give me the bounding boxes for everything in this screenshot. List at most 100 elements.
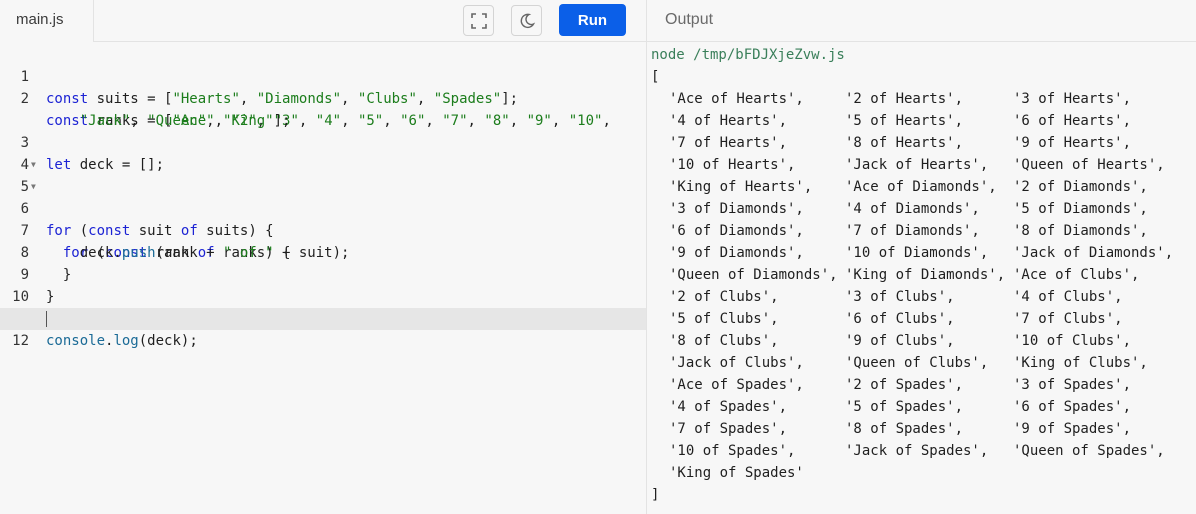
fullscreen-icon — [470, 12, 487, 29]
output-cell: '10 of Spades', — [669, 443, 796, 459]
output-cell: '9 of Spades', — [1013, 421, 1132, 437]
output-row: '7 of Hearts', '8 of Hearts', '9 of Hearts… — [651, 132, 1196, 154]
output-cell: '6 of Clubs', — [845, 311, 955, 327]
fold-arrow-icon[interactable]: ▼ — [31, 154, 36, 176]
output-cell: '6 of Diamonds', — [669, 223, 804, 239]
output-row: '8 of Clubs', '9 of Clubs', '10 of Clubs', — [651, 330, 1196, 352]
code-line: 3 let deck = []; — [0, 110, 646, 173]
output-row: '7 of Spades', '8 of Spades', '9 of Spades… — [651, 418, 1196, 440]
output-cell: '10 of Diamonds', — [845, 245, 989, 261]
text-cursor — [46, 311, 47, 327]
output-panel: node /tmp/bFDJXjeZvw.js [ 'Ace of Hearts… — [651, 44, 1196, 514]
output-row: 'King of Hearts', 'Ace of Diamonds', '2 of… — [651, 176, 1196, 198]
code-line: 6 ▼ for (const rank of ranks) { — [0, 176, 646, 261]
code-line: 9 } — [0, 242, 646, 305]
output-cell: 'Jack of Spades', — [845, 443, 989, 459]
output-cell: 'Ace of Clubs', — [1013, 267, 1140, 283]
output-cell: '3 of Diamonds', — [669, 201, 804, 217]
output-cell: '5 of Spades', — [845, 399, 964, 415]
output-cell: '9 of Clubs', — [845, 333, 955, 349]
output-cell: '8 of Diamonds', — [1013, 223, 1148, 239]
output-cell: 'Jack of Hearts', — [845, 157, 989, 173]
code-line: 11 console.log(deck); — [0, 286, 646, 349]
output-row: '3 of Diamonds', '4 of Diamonds', '5 of Di… — [651, 198, 1196, 220]
output-cell: 'Queen of Clubs', — [845, 355, 989, 371]
output-cell: 'King of Clubs', — [1013, 355, 1148, 371]
output-row: '2 of Clubs', '3 of Clubs', '4 of Clubs', — [651, 286, 1196, 308]
moon-icon — [520, 13, 535, 28]
fullscreen-button[interactable] — [463, 5, 494, 36]
output-cell: 'Ace of Hearts', — [669, 91, 804, 107]
output-rows: 'Ace of Hearts', '2 of Hearts', '3 of Hear… — [651, 88, 1196, 484]
output-cell: '7 of Diamonds', — [845, 223, 980, 239]
output-cell: 'Queen of Diamonds', — [669, 267, 838, 283]
top-bar: main.js Run Output — [0, 0, 1196, 42]
editor-toolbar: main.js Run — [0, 0, 646, 42]
output-row: 'Queen of Diamonds', 'King of Diamonds', '… — [651, 264, 1196, 286]
output-cell: '5 of Diamonds', — [1013, 201, 1148, 217]
output-cell: 'Ace of Spades', — [669, 377, 804, 393]
run-button[interactable]: Run — [559, 4, 626, 36]
output-cell: '2 of Hearts', — [845, 91, 964, 107]
code-text: console.log(deck); — [46, 333, 198, 349]
output-cell: '10 of Hearts', — [669, 157, 796, 173]
output-cell: '6 of Spades', — [1013, 399, 1132, 415]
code-line-wrapped: "Jack", "Queen", "King"]; — [0, 88, 646, 129]
theme-toggle-button[interactable] — [511, 5, 542, 36]
output-cell: '6 of Hearts', — [1013, 113, 1132, 129]
output-cell: '2 of Spades', — [845, 377, 964, 393]
output-cell: 'King of Hearts', — [669, 179, 813, 195]
output-cell: '2 of Diamonds', — [1013, 179, 1148, 195]
output-row: '5 of Clubs', '6 of Clubs', '7 of Clubs', — [651, 308, 1196, 330]
output-row: '6 of Diamonds', '7 of Diamonds', '8 of Di… — [651, 220, 1196, 242]
output-cell: '9 of Hearts', — [1013, 135, 1132, 151]
output-cell: 'King of Diamonds', — [845, 267, 1006, 283]
output-row: '4 of Hearts', '5 of Hearts', '6 of Hearts… — [651, 110, 1196, 132]
output-cell: 'Queen of Hearts', — [1013, 157, 1165, 173]
output-cell: 'Queen of Spades', — [1013, 443, 1165, 459]
output-cell: 'Jack of Clubs', — [669, 355, 804, 371]
output-cell: 'Ace of Diamonds', — [845, 179, 997, 195]
code-line: 8 } — [0, 220, 646, 283]
output-row: 'Ace of Hearts', '2 of Hearts', '3 of Hear… — [651, 88, 1196, 110]
output-cell: '3 of Hearts', — [1013, 91, 1132, 107]
file-tab-label: main.js — [16, 11, 64, 28]
output-open-bracket: [ — [651, 69, 660, 85]
output-cell: '9 of Diamonds', — [669, 245, 804, 261]
output-title: Output — [665, 11, 714, 28]
code-line-active[interactable]: 12 — [0, 308, 646, 349]
output-command: node /tmp/bFDJXjeZvw.js — [651, 47, 845, 63]
output-cell: '5 of Clubs', — [669, 311, 779, 327]
output-cell: '3 of Clubs', — [845, 289, 955, 305]
output-row: '9 of Diamonds', '10 of Diamonds', 'Jack o… — [651, 242, 1196, 264]
output-row: 'King of Spades' — [651, 462, 1196, 484]
output-cell: '8 of Spades', — [845, 421, 964, 437]
output-row: 'Ace of Spades', '2 of Spades', '3 of Spad… — [651, 374, 1196, 396]
code-line: 1 const suits = ["Hearts", "Diamonds", "… — [0, 44, 646, 107]
output-cell: '2 of Clubs', — [669, 289, 779, 305]
output-cell: '4 of Spades', — [669, 399, 788, 415]
output-cell: '10 of Clubs', — [1013, 333, 1132, 349]
output-row: 'Jack of Clubs', 'Queen of Clubs', 'King o… — [651, 352, 1196, 374]
code-editor[interactable]: 1 const suits = ["Hearts", "Diamonds", "… — [0, 44, 646, 514]
output-cell: '7 of Clubs', — [1013, 311, 1123, 327]
output-cell: '7 of Spades', — [669, 421, 788, 437]
output-row: '10 of Spades', 'Jack of Spades', 'Queen o… — [651, 440, 1196, 462]
output-cell: '7 of Hearts', — [669, 135, 788, 151]
output-row: '4 of Spades', '5 of Spades', '6 of Spades… — [651, 396, 1196, 418]
output-close-bracket: ] — [651, 487, 660, 503]
pane-divider[interactable] — [646, 0, 647, 514]
code-line: 2 const ranks = ["Ace", "2", "3", "4", "… — [0, 66, 646, 129]
code-line: 5 ▼ for (const suit of suits) { — [0, 154, 646, 239]
code-line: 4 — [0, 132, 646, 173]
output-cell: '8 of Clubs', — [669, 333, 779, 349]
output-header: Output — [647, 0, 1196, 42]
code-line: 7 deck.push(rank + " of " + suit); — [0, 198, 646, 261]
output-cell: '8 of Hearts', — [845, 135, 964, 151]
output-cell: '5 of Hearts', — [845, 113, 964, 129]
output-cell: '4 of Hearts', — [669, 113, 788, 129]
output-cell: '3 of Spades', — [1013, 377, 1132, 393]
file-tab-main-js[interactable]: main.js — [0, 0, 94, 42]
fold-arrow-icon[interactable]: ▼ — [31, 176, 36, 198]
output-row: '10 of Hearts', 'Jack of Hearts', 'Queen o… — [651, 154, 1196, 176]
